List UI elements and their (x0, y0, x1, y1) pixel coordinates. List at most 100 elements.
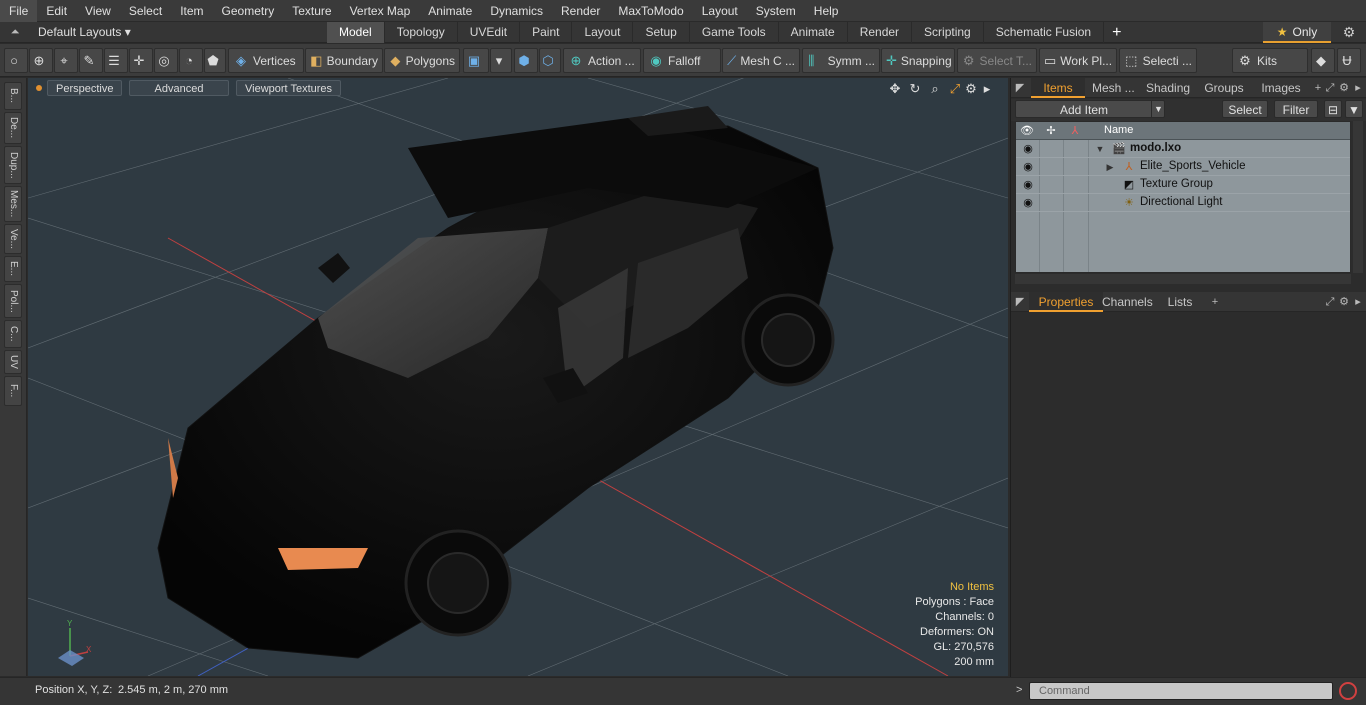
action-center-button[interactable]: ⊕ Action ... (563, 48, 641, 73)
type-header-icon[interactable]: ⅄ (1064, 123, 1086, 139)
tab-scripting[interactable]: Scripting (912, 22, 984, 43)
tab-items[interactable]: Items (1031, 78, 1085, 98)
left-tab-uv[interactable]: UV (4, 350, 22, 374)
tab-channels[interactable]: Channels (1095, 292, 1159, 312)
tab-lists[interactable]: Lists (1157, 292, 1203, 312)
tab-animate[interactable]: Animate (779, 22, 848, 43)
panel-menu-icon[interactable]: ◤ (1013, 80, 1027, 96)
record-macro-icon[interactable] (1339, 682, 1357, 700)
zoom-view-icon[interactable]: ⌕ (927, 81, 943, 97)
left-tab-c[interactable]: C... (4, 320, 22, 348)
rotate-view-icon[interactable]: ↻ (907, 81, 923, 97)
left-tab-de[interactable]: De... (4, 112, 22, 144)
brush-tool-button[interactable]: ✎ (79, 48, 103, 73)
left-tab-pol[interactable]: Pol... (4, 284, 22, 318)
panel-arrow-icon[interactable]: ▸ (1351, 294, 1365, 310)
item-list-horizontal-scrollbar[interactable] (1015, 274, 1351, 284)
tab-topology[interactable]: Topology (385, 22, 458, 43)
frame-button[interactable]: ◎ (154, 48, 178, 73)
menu-render[interactable]: Render (552, 0, 609, 22)
tab-images[interactable]: Images (1253, 78, 1309, 98)
circle-select-button[interactable]: ○ (4, 48, 28, 73)
add-tab-icon[interactable]: + (1104, 22, 1129, 43)
unreal-button[interactable]: Ʉ (1337, 48, 1361, 73)
3d-viewport[interactable]: Y X Perspective Advanced Viewport Textur… (28, 78, 1008, 676)
select-button[interactable]: Select (1222, 100, 1268, 118)
menu-item[interactable]: Item (171, 0, 212, 22)
funnel-icon[interactable]: ▼ (1345, 100, 1363, 118)
eye-icon[interactable]: ◉ (1020, 195, 1036, 211)
menu-layout[interactable]: Layout (693, 0, 747, 22)
pen-tool-button[interactable]: ⌖ (54, 48, 78, 73)
expand-arrow-icon[interactable]: ▶ (1104, 159, 1116, 175)
move-view-icon[interactable]: ✥ (887, 81, 903, 97)
eye-icon[interactable]: ◉ (1020, 159, 1036, 175)
tab-game-tools[interactable]: Game Tools (690, 22, 779, 43)
selection-sets-button[interactable]: ⬚ Selecti ... (1119, 48, 1197, 73)
tab-uvedit[interactable]: UVEdit (458, 22, 521, 43)
kits-button[interactable]: ⚙ Kits (1232, 48, 1308, 73)
maximize-view-icon[interactable]: ⤢ (947, 81, 963, 97)
panel-gear-icon[interactable]: ⚙ (1337, 294, 1351, 310)
rotate-button[interactable]: ◔ (179, 48, 203, 73)
menu-animate[interactable]: Animate (419, 0, 481, 22)
name-column-header[interactable]: Name (1104, 124, 1133, 136)
globe-button[interactable]: ⊕ (29, 48, 53, 73)
mesh-constraints-button[interactable]: ⟋ Mesh C ... (722, 48, 800, 73)
menu-help[interactable]: Help (805, 0, 848, 22)
viewport-textures-button[interactable]: Viewport Textures (236, 80, 342, 96)
tree-item-mesh[interactable]: ◉ ▶ ⅄ Elite_Sports_Vehicle (1016, 158, 1350, 176)
panel-menu-icon[interactable]: ◤ (1013, 294, 1027, 310)
select-through-button[interactable]: ⚙ Select T... (957, 48, 1037, 73)
menu-maxtomodo[interactable]: MaxToModo (609, 0, 692, 22)
visibility-header-icon[interactable]: 👁 (1016, 123, 1038, 139)
tree-item-directional-light[interactable]: ◉ ☀ Directional Light (1016, 194, 1350, 212)
work-plane-button[interactable]: ▭ Work Pl... (1039, 48, 1117, 73)
tab-mesh[interactable]: Mesh ... (1085, 78, 1139, 98)
polygons-button[interactable]: ◆ Polygons (384, 48, 460, 73)
advanced-button[interactable]: Advanced (129, 80, 229, 96)
tab-layout[interactable]: Layout (572, 22, 634, 43)
tab-schematic-fusion[interactable]: Schematic Fusion (984, 22, 1105, 43)
layout-select[interactable]: Default Layouts ▾ (32, 22, 137, 43)
viewport-expand-icon[interactable]: ▸ (979, 81, 995, 97)
item-mode-button[interactable]: ⬟ (204, 48, 226, 73)
eye-icon[interactable]: ◉ (1020, 177, 1036, 193)
material-dropdown[interactable]: ▾ (490, 48, 512, 73)
menu-view[interactable]: View (76, 0, 120, 22)
tab-render[interactable]: Render (848, 22, 913, 43)
layout-switch-icon[interactable]: ⏶ (8, 25, 22, 39)
panel-maximize-icon[interactable]: ⤢ (1323, 80, 1337, 96)
boundary-button[interactable]: ◧ Boundary (305, 48, 383, 73)
menu-geometry[interactable]: Geometry (213, 0, 284, 22)
panel-maximize-icon[interactable]: ⤢ (1323, 294, 1337, 310)
falloff-button[interactable]: ◉ Falloff (643, 48, 721, 73)
menu-vertex-map[interactable]: Vertex Map (341, 0, 420, 22)
add-item-dropdown-icon[interactable]: ▼ (1151, 100, 1165, 118)
tab-paint[interactable]: Paint (520, 22, 573, 43)
add-item-button[interactable]: Add Item (1015, 100, 1165, 118)
tree-item-scene[interactable]: ◉ ▼ 🎬 modo.lxo (1016, 140, 1350, 158)
panel-gear-icon[interactable]: ⚙ (1337, 80, 1351, 96)
symmetry-button[interactable]: ⫼ Symm ... (802, 48, 880, 73)
left-tab-e[interactable]: E... (4, 256, 22, 282)
component-button[interactable]: ⬢ (514, 48, 538, 73)
filter-button[interactable]: Filter (1274, 100, 1318, 118)
perspective-button[interactable]: Perspective (47, 80, 123, 96)
left-tab-b[interactable]: B... (4, 82, 22, 110)
unity-button[interactable]: ◆ (1311, 48, 1335, 73)
lock-header-icon[interactable]: ✢ (1040, 123, 1062, 139)
menu-select[interactable]: Select (120, 0, 171, 22)
only-button[interactable]: ★ Only (1263, 22, 1331, 43)
align-button[interactable]: ☰ (104, 48, 128, 73)
tab-shading[interactable]: Shading (1139, 78, 1195, 98)
panel-arrow-icon[interactable]: ▸ (1351, 80, 1365, 96)
left-tab-f[interactable]: F... (4, 376, 22, 406)
viewport-settings-icon[interactable]: ⚙ (963, 81, 979, 97)
tab-model[interactable]: Model (327, 22, 385, 43)
item-list-vertical-scrollbar[interactable] (1353, 121, 1363, 273)
command-input[interactable] (1029, 682, 1333, 700)
viewport-menu-dot-icon[interactable] (36, 85, 42, 91)
menu-texture[interactable]: Texture (283, 0, 340, 22)
menu-file[interactable]: File (0, 0, 38, 22)
